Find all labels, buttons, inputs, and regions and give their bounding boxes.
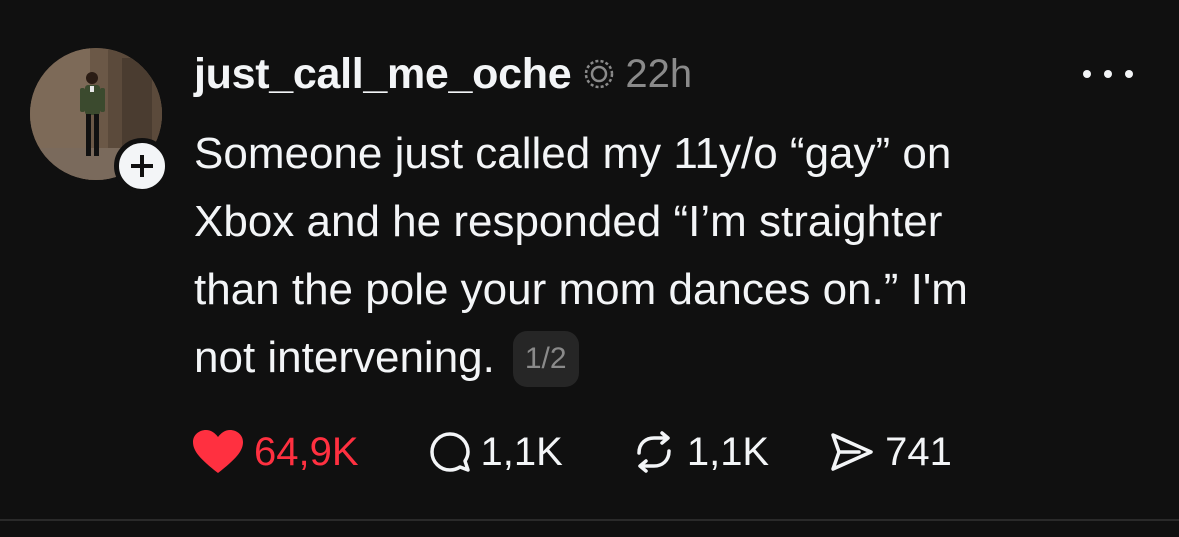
like-count: 64,9K [254, 429, 359, 474]
repost-icon [637, 431, 671, 473]
send-icon [831, 433, 873, 471]
post-text-line: not intervening. [194, 333, 495, 382]
username[interactable]: just_call_me_oche [194, 50, 572, 99]
post-text-last-line: not intervening. 1/2 [194, 324, 1144, 392]
reply-button[interactable]: 1,1K [429, 430, 563, 475]
reply-count: 1,1K [480, 429, 563, 474]
like-button[interactable]: 64,9K [192, 429, 359, 475]
post-time: 22h [625, 51, 693, 96]
follow-button[interactable] [114, 138, 170, 194]
heart-icon [193, 430, 243, 473]
share-button[interactable]: 741 [829, 430, 952, 475]
repost-button[interactable]: 1,1K [631, 430, 769, 475]
share-count: 741 [885, 429, 952, 474]
post-divider [0, 519, 1179, 521]
comment-icon [429, 432, 470, 472]
post-text: Someone just called my 11y/o “gay” on Xb… [194, 120, 1144, 392]
more-dots-icon[interactable] [1083, 62, 1133, 86]
threads-ring-icon [583, 58, 615, 90]
avatar-container[interactable] [30, 48, 170, 194]
post-text-line: than the pole your mom dances on.” I'm [194, 265, 968, 314]
post-text-line: Someone just called my 11y/o “gay” on [194, 129, 952, 178]
page-indicator: 1/2 [512, 331, 579, 387]
action-bar: 64,9K 1,1K 1,1K 741 [192, 424, 952, 480]
post-text-line: Xbox and he responded “I’m straighter [194, 197, 943, 246]
thread-post: just_call_me_oche 22h Someone just calle… [0, 0, 1179, 537]
post-header: just_call_me_oche 22h [194, 46, 692, 102]
repost-count: 1,1K [686, 429, 770, 474]
plus-icon [131, 155, 153, 177]
